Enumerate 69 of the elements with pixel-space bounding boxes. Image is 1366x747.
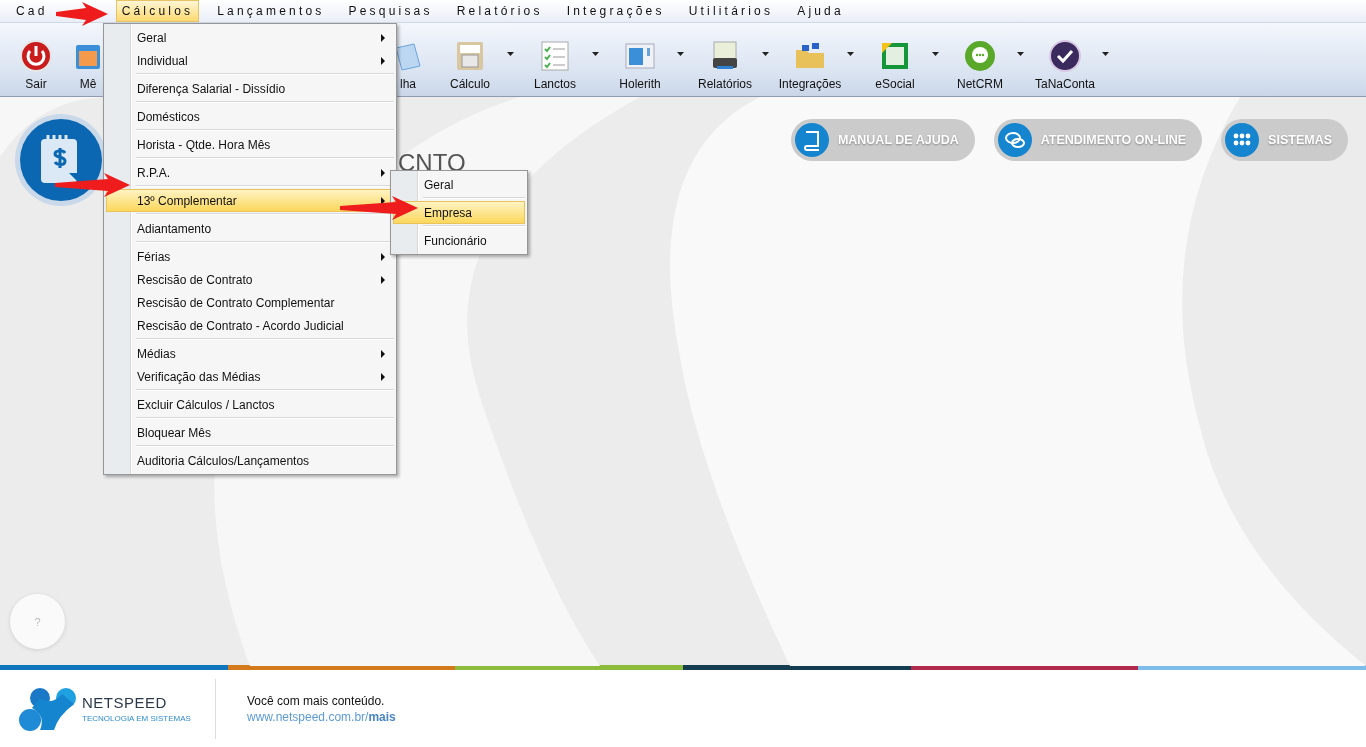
menu-bar-item[interactable]: Pesquisas [342,0,439,22]
submenu-arrow-icon [381,275,385,284]
toolbar-button-label[interactable]: Relatórios [698,77,752,91]
menu-item[interactable]: Individual [106,49,394,72]
checklist-icon[interactable] [539,40,571,72]
caret-icon[interactable] [847,51,854,56]
menu-item[interactable]: Horista - Qtde. Hora Mês [106,133,394,156]
menu-item[interactable]: Geral [393,173,525,196]
caret-icon[interactable] [762,51,769,56]
toolbar-button-label[interactable]: TaNaConta [1034,77,1095,91]
submenu-arrow-icon [381,168,385,177]
menu-item[interactable]: Diferença Salarial - Dissídio [106,77,394,100]
caret-icon[interactable] [507,51,514,56]
window-icon[interactable] [624,40,656,72]
caret-icon[interactable] [677,51,684,56]
submenu-arrow-icon [381,56,385,65]
toolbar-button-label[interactable]: NetCRM [957,77,1003,91]
menu-bar-item[interactable]: Integrações [560,0,671,22]
menu-item[interactable]: R.P.A. [106,161,394,184]
caret-icon[interactable] [932,51,939,56]
page-icon[interactable] [879,40,911,72]
menu-item[interactable]: Geral [106,26,394,49]
menu-bar-item[interactable]: Cálculos [115,0,200,22]
menu-item[interactable]: Excluir Cálculos / Lanctos [106,393,394,416]
caret-icon[interactable] [592,51,599,56]
menu-bar-item[interactable]: Relatórios [450,0,549,22]
toolbar-button-label[interactable]: Lanctos [534,77,576,91]
menu-item[interactable]: Rescisão de Contrato - Acordo Judicial [106,314,394,337]
menu-bar-item[interactable]: Lançamentos [211,0,331,22]
logo-icon [18,685,78,732]
menu-item[interactable]: Auditoria Cálculos/Lançamentos [106,449,394,472]
menu-item[interactable]: Verificação das Médias [106,365,394,388]
dots-grid-icon [1225,123,1260,157]
power-icon[interactable] [20,40,52,72]
checkmark-icon[interactable] [1049,40,1081,72]
menu-item[interactable]: Bloquear Mês [106,421,394,444]
footer-message: Você com mais conteúdo. [247,693,386,708]
caret-icon[interactable] [1102,51,1109,56]
menu-item[interactable]: Rescisão de Contrato [106,268,394,291]
menu-item[interactable]: Médias [106,342,394,365]
toolbar-button-label[interactable]: Holerith [619,77,661,91]
toolbar-button-label[interactable]: Sair [25,77,47,91]
toolbar-button-label[interactable]: eSocial [875,77,915,91]
chat-icon[interactable] [964,40,996,72]
toolbar-button-label[interactable]: Integrações [778,77,842,91]
menu-item[interactable]: Empresa [393,201,525,224]
brand-tagline: TECNOLOGIA EM SISTEMAS [82,714,191,723]
caret-icon[interactable] [1017,51,1024,56]
arrow-annotation [56,2,108,26]
menu-item[interactable]: Férias [106,245,394,268]
submenu-arrow-icon [381,196,385,205]
submenu-arrow-icon [381,252,385,261]
book-icon [794,123,829,157]
submenu-arrow-icon [381,349,385,358]
submenu-arrow-icon [381,33,385,42]
submenu-arrow-icon [381,372,385,381]
toolbar-button-label[interactable]: Mê [79,77,97,91]
website-link[interactable]: www.netspeed.com.br/mais [247,709,396,724]
menu-bar-item[interactable]: Cad [10,0,54,22]
menu-item[interactable]: Adiantamento [106,217,394,240]
brand-name: NETSPEED [82,694,168,711]
toolbar-button-label[interactable]: lha [400,77,416,91]
toolbar-button-label[interactable]: Cálculo [450,77,490,91]
chat-bubbles-icon [997,123,1032,157]
menu-item[interactable]: Funcionário [393,229,525,252]
menu-bar-item[interactable]: Ajuda [791,0,850,22]
menu-item[interactable]: Domésticos [106,105,394,128]
menu-item[interactable]: Rescisão de Contrato Complementar [106,291,394,314]
menu-bar-item[interactable]: Utilitários [682,0,780,22]
